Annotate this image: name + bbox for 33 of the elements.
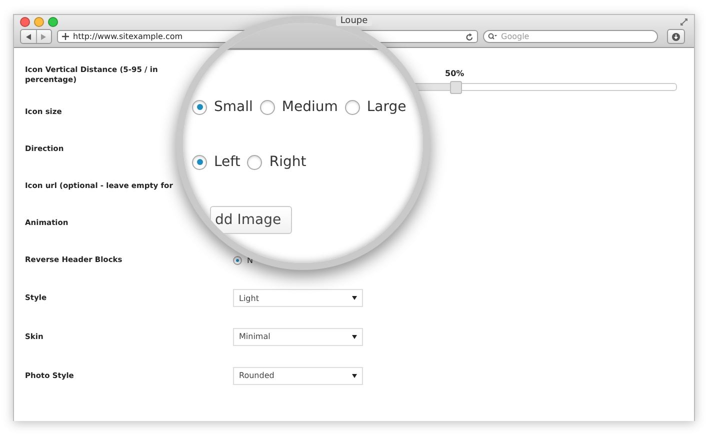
caret-icon [352, 374, 357, 378]
radio-button[interactable] [260, 100, 275, 114]
zoom-button[interactable] [48, 16, 58, 26]
radio-label: Large [366, 99, 406, 115]
radio-label: Medium [282, 99, 338, 115]
radio-label: Small [214, 99, 253, 115]
radio-button[interactable] [192, 100, 207, 114]
fullscreen-icon[interactable] [680, 18, 688, 26]
search-field[interactable]: Google [483, 30, 658, 43]
caret-icon [352, 296, 357, 300]
radio-button[interactable] [233, 256, 242, 264]
radio-button[interactable] [247, 154, 262, 170]
radio-label: Right [269, 154, 306, 170]
radio-label: Left [214, 154, 240, 170]
radio-button[interactable] [192, 154, 207, 170]
slider-value: 50% [445, 69, 464, 78]
plus-icon[interactable] [62, 33, 69, 40]
window-title: Loupe [336, 16, 372, 26]
download-button[interactable] [667, 29, 685, 44]
slider-thumb[interactable] [450, 81, 462, 94]
minimize-button[interactable] [34, 16, 44, 26]
forward-arrow-icon [41, 34, 46, 40]
dropdown[interactable]: Light [233, 289, 363, 307]
close-button[interactable] [20, 16, 30, 26]
dropdown[interactable]: Rounded [233, 366, 363, 384]
search-icon [488, 33, 497, 40]
radio-button[interactable] [344, 100, 360, 114]
reload-icon[interactable] [466, 32, 473, 40]
add-image-button[interactable]: dd Image [210, 206, 292, 234]
back-arrow-icon [26, 34, 31, 40]
dropdown[interactable]: Minimal [233, 328, 363, 346]
download-icon [672, 32, 680, 40]
caret-icon [352, 334, 357, 338]
